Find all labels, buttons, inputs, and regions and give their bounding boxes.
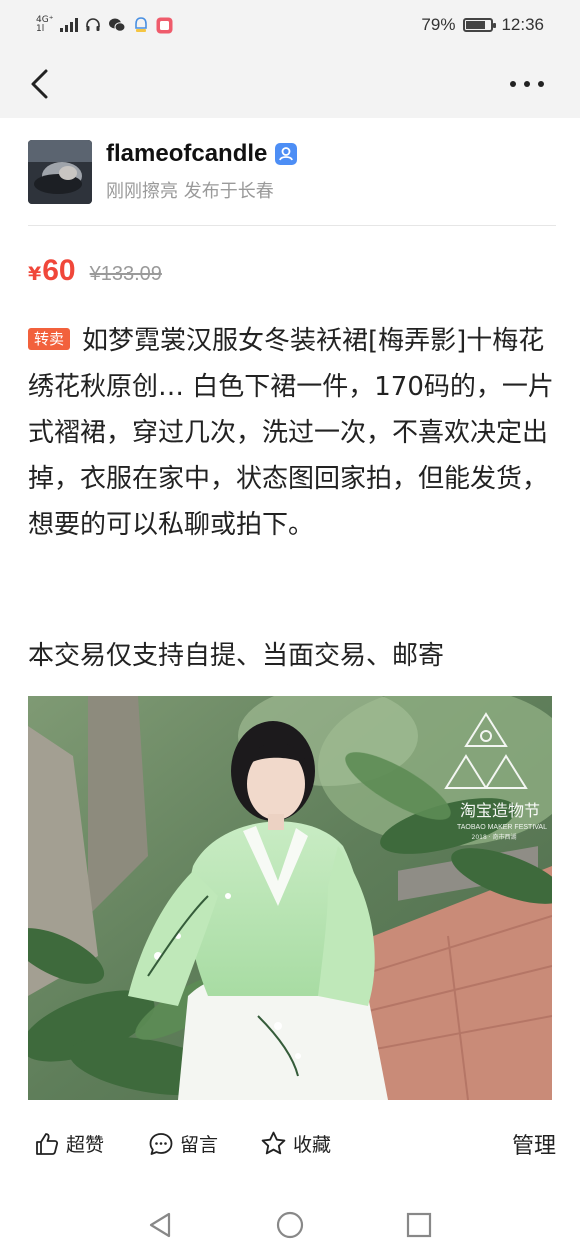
avatar[interactable] (28, 140, 92, 204)
seller-info: flameofcandle 刚刚擦亮 发布于长春 (28, 140, 556, 226)
battery-icon (463, 18, 497, 32)
comment-label: 留言 (180, 1134, 219, 1156)
clock: 12:36 (501, 15, 544, 34)
status-right: 79% 12:36 (421, 15, 544, 35)
app-header (0, 50, 580, 118)
price-currency: ¥ (28, 263, 42, 285)
favorite-label: 收藏 (293, 1134, 332, 1156)
back-button[interactable] (24, 66, 60, 102)
like-button[interactable]: 超赞 (34, 1130, 104, 1157)
app-notification-icon (135, 16, 148, 32)
star-icon (261, 1131, 286, 1155)
more-dots-icon (510, 81, 516, 87)
wechat-icon (109, 18, 126, 32)
username[interactable]: flameofcandle (106, 140, 267, 168)
price-current: 60 (42, 254, 76, 287)
watermark-year: 2018 · 奇市西湖 (472, 833, 517, 841)
watermark-sub: TAOBAO MAKER FESTIVAL (457, 824, 547, 831)
square-recents-icon (406, 1212, 432, 1238)
resale-tag: 转卖 (28, 328, 71, 350)
nav-back-button[interactable] (146, 1210, 176, 1240)
favorite-button[interactable]: 收藏 (260, 1130, 331, 1157)
comment-button[interactable]: 留言 (148, 1130, 218, 1157)
verified-badge-icon (275, 143, 298, 165)
signal-icon (60, 18, 79, 32)
message-app-icon (156, 17, 173, 33)
headphone-icon (86, 18, 101, 31)
chevron-left-icon (31, 69, 48, 99)
like-label: 超赞 (66, 1134, 105, 1156)
comment-icon (149, 1132, 173, 1155)
battery-percent: 79% (421, 15, 456, 34)
price-row: ¥ 60 ¥133.09 (28, 254, 162, 288)
nav-recents-button[interactable] (404, 1210, 434, 1240)
action-bar: 超赞 留言 收藏 管理 (0, 1118, 580, 1174)
manage-button[interactable]: 管理 (512, 1128, 556, 1160)
status-icons: 4G⁺ 1l (36, 16, 173, 34)
item-description: 转卖 如梦霓裳汉服女冬装袄裙[梅弄影]十梅花绣花秋原创… 白色下裙一件，170码的… (28, 318, 556, 548)
trade-methods: 本交易仅支持自提、当面交易、邮寄 (28, 641, 445, 671)
status-bar: 4G⁺ 1l 79% 12:36 (0, 0, 580, 50)
network-type: 4G⁺ 1l (36, 16, 53, 34)
description-text: 如梦霓裳汉服女冬装袄裙[梅弄影]十梅花绣花秋原创… 白色下裙一件，170码的，一… (28, 326, 554, 540)
price-original: ¥133.09 (89, 263, 162, 285)
system-nav-bar (0, 1190, 580, 1257)
circle-home-icon (276, 1211, 304, 1239)
thumbs-up-icon (36, 1132, 59, 1155)
watermark-title: 淘宝造物节 (460, 801, 540, 820)
item-photo[interactable]: 淘宝造物节 TAOBAO MAKER FESTIVAL 2018 · 奇市西湖 (28, 696, 552, 1100)
network-sublabel: 1l (36, 24, 45, 34)
nav-home-button[interactable] (275, 1210, 305, 1240)
triangle-back-icon (149, 1212, 171, 1238)
post-meta: 刚刚擦亮 发布于长春 (106, 181, 274, 202)
more-button[interactable] (510, 74, 550, 94)
username-line: flameofcandle (106, 140, 298, 168)
